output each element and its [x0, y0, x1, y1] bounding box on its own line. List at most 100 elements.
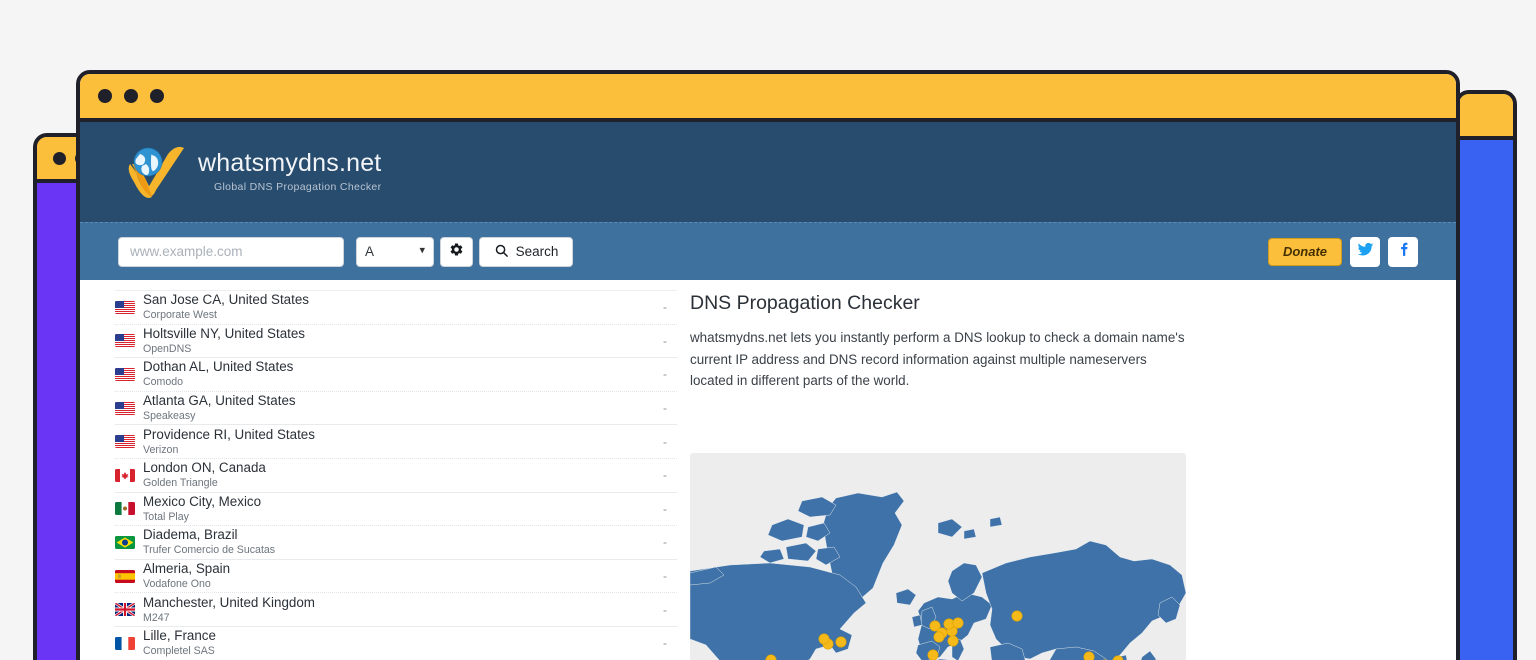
server-isp: Verizon	[143, 445, 655, 456]
flag-ca-icon	[115, 469, 135, 482]
window-minimize-icon[interactable]	[124, 89, 138, 103]
facebook-link[interactable]	[1388, 237, 1418, 267]
server-text: London ON, Canada Golden Triangle	[143, 461, 655, 489]
window-titlebar	[80, 74, 1456, 122]
domain-input[interactable]	[118, 237, 344, 267]
map-marker-providence[interactable]	[836, 637, 846, 647]
server-text: Almeria, Spain Vodafone Ono	[143, 562, 655, 590]
server-result-value: -	[655, 367, 667, 381]
server-result-value: -	[655, 603, 667, 617]
server-result-value: -	[655, 334, 667, 348]
server-location: London ON, Canada	[143, 461, 655, 475]
server-row[interactable]: London ON, Canada Golden Triangle-	[115, 459, 677, 493]
world-map-svg	[690, 453, 1186, 660]
gear-icon	[449, 242, 464, 262]
info-pane: DNS Propagation Checker whatsmydns.net l…	[677, 280, 1456, 646]
server-location: San Jose CA, United States	[143, 293, 655, 307]
server-row[interactable]: Atlanta GA, United States Speakeasy-	[115, 392, 677, 426]
world-map[interactable]	[690, 453, 1186, 660]
server-isp: Trufer Comercio de Sucatas	[143, 545, 655, 556]
server-row[interactable]: Almeria, Spain Vodafone Ono-	[115, 560, 677, 594]
flag-us-icon	[115, 301, 135, 314]
server-row[interactable]: Holtsville NY, United StatesOpenDNS-	[115, 325, 677, 359]
server-location: Atlanta GA, United States	[143, 394, 655, 408]
server-location: Lille, France	[143, 629, 655, 643]
server-row[interactable]: Manchester, United Kingdom M247-	[115, 593, 677, 627]
server-result-value: -	[655, 535, 667, 549]
search-icon	[494, 243, 509, 261]
server-row[interactable]: Mexico City, MexicoTotal Play-	[115, 493, 677, 527]
twitter-icon	[1357, 241, 1374, 263]
map-marker-berlin[interactable]	[953, 618, 963, 628]
header-actions: Donate	[1268, 237, 1418, 267]
server-isp: Total Play	[143, 512, 655, 523]
server-location: Holtsville NY, United States	[143, 327, 655, 341]
server-location: Diadema, Brazil	[143, 528, 655, 542]
server-results-list: San Jose CA, United States Corporate West…	[115, 290, 677, 646]
search-bar: A ▾ Search D	[80, 222, 1456, 280]
server-text: Providence RI, United States Verizon	[143, 428, 655, 456]
flag-es-icon	[115, 570, 135, 583]
flag-us-icon	[115, 402, 135, 415]
window-maximize-icon[interactable]	[150, 89, 164, 103]
window-close-icon[interactable]	[98, 89, 112, 103]
server-text: Mexico City, Mexico Total Play	[143, 495, 655, 523]
map-marker-london-on[interactable]	[819, 634, 829, 644]
settings-button[interactable]	[440, 237, 473, 267]
flag-us-icon	[115, 334, 135, 347]
server-location: Mexico City, Mexico	[143, 495, 655, 509]
server-row[interactable]: Lille, France Completel SAS-	[115, 627, 677, 660]
map-marker-moscow[interactable]	[1012, 611, 1022, 621]
globe-checkmark-icon	[118, 140, 194, 204]
server-text: Diadema, Brazil Trufer Comercio de Sucata…	[143, 528, 655, 556]
facebook-icon	[1395, 241, 1412, 263]
server-row[interactable]: San Jose CA, United States Corporate West…	[115, 291, 677, 325]
server-row[interactable]: Providence RI, United StatesVerizon-	[115, 425, 677, 459]
server-row[interactable]: Dothan AL, United StatesComodo-	[115, 358, 677, 392]
map-marker-beijing[interactable]	[1084, 652, 1094, 660]
record-type-select-wrapper[interactable]: A ▾	[350, 237, 434, 267]
page-description: whatsmydns.net lets you instantly perfor…	[690, 327, 1190, 391]
decorative-window-body-right	[1459, 140, 1513, 660]
flag-gb-icon	[115, 603, 135, 616]
screenshot-stage: whatsmydns.net Global DNS Propagation Ch…	[0, 0, 1536, 660]
search-button[interactable]: Search	[479, 237, 573, 267]
flag-fr-icon	[115, 637, 135, 650]
server-text: Dothan AL, United StatesComodo	[143, 360, 655, 388]
server-location: Almeria, Spain	[143, 562, 655, 576]
server-text: San Jose CA, United States Corporate West	[143, 293, 655, 321]
server-isp: Completel SAS	[143, 646, 655, 657]
server-location: Providence RI, United States	[143, 428, 655, 442]
decorative-titlebar-right	[1459, 94, 1513, 140]
flag-mx-icon	[115, 502, 135, 515]
server-result-value: -	[655, 468, 667, 482]
window-dot-icon	[53, 152, 66, 165]
map-marker-almeria[interactable]	[928, 650, 938, 660]
search-button-label: Search	[516, 244, 559, 259]
server-result-value: -	[655, 636, 667, 650]
site-logo[interactable]: whatsmydns.net Global DNS Propagation Ch…	[118, 140, 381, 204]
server-isp: Speakeasy	[143, 411, 655, 422]
server-row[interactable]: Diadema, Brazil Trufer Comercio de Sucata…	[115, 526, 677, 560]
brand-name: whatsmydns.net	[198, 149, 381, 177]
server-isp: Vodafone Ono	[143, 579, 655, 590]
flag-us-icon	[115, 368, 135, 381]
server-result-value: -	[655, 300, 667, 314]
page-content: San Jose CA, United States Corporate West…	[80, 280, 1456, 646]
twitter-link[interactable]	[1350, 237, 1380, 267]
flag-us-icon	[115, 435, 135, 448]
flag-br-icon	[115, 536, 135, 549]
decorative-window-right	[1455, 90, 1517, 660]
server-location: Manchester, United Kingdom	[143, 596, 655, 610]
server-isp: Corporate West	[143, 310, 655, 321]
server-isp: M247	[143, 613, 655, 624]
server-result-value: -	[655, 569, 667, 583]
map-marker-paris[interactable]	[934, 632, 944, 642]
map-marker-milan[interactable]	[948, 636, 958, 646]
record-type-select[interactable]: A	[356, 237, 434, 267]
server-isp: Golden Triangle	[143, 478, 655, 489]
server-text: Lille, France Completel SAS	[143, 629, 655, 657]
donate-button[interactable]: Donate	[1268, 238, 1342, 266]
server-result-value: -	[655, 401, 667, 415]
site-header: whatsmydns.net Global DNS Propagation Ch…	[80, 122, 1456, 222]
